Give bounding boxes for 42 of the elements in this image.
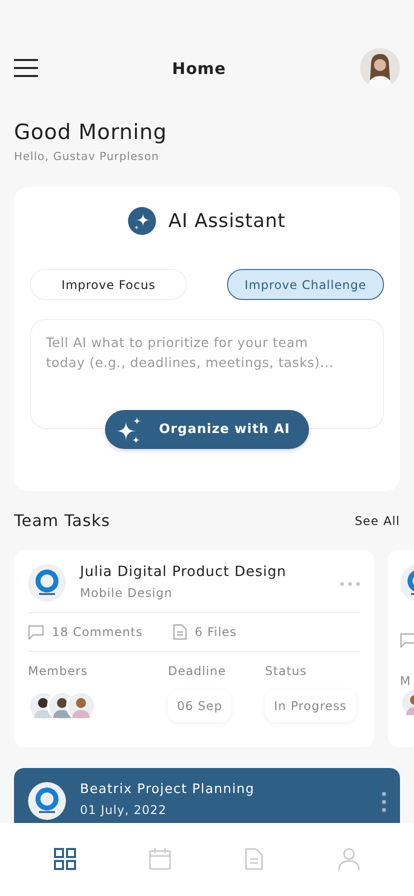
more-icon [340, 582, 360, 586]
document-icon [243, 848, 266, 870]
logo-icon [28, 782, 66, 820]
avatar [360, 48, 400, 88]
task-card[interactable]: M [388, 550, 414, 747]
task-title: Julia Digital Product Design [80, 564, 288, 580]
file-count: 6 Files [194, 625, 237, 639]
logo-icon [28, 564, 66, 602]
comment-icon [28, 624, 44, 640]
task-subtitle: Mobile Design [80, 586, 174, 600]
project-card[interactable]: Beatrix Project Planning 01 July, 2022 [14, 768, 400, 823]
grid-icon [54, 848, 76, 870]
deadline-label: Deadline [168, 664, 228, 678]
project-title: Beatrix Project Planning [80, 782, 256, 797]
menu-button[interactable] [14, 59, 38, 77]
deadline-value: 06 Sep [168, 690, 232, 722]
task-card[interactable]: Julia Digital Product Design Mobile Design 18 Comments 6 Files Members Deadline Status 06 Sep In Progress [14, 550, 374, 747]
menu-icon [14, 59, 38, 77]
calendar-icon [148, 848, 171, 870]
section-title: Team Tasks [14, 511, 110, 530]
status-label: Status [265, 664, 308, 678]
more-button[interactable] [382, 792, 386, 812]
comment-icon [400, 632, 414, 648]
file-icon [172, 624, 187, 640]
more-button[interactable] [340, 582, 360, 586]
members-label: M [400, 674, 412, 688]
more-icon [382, 792, 386, 812]
member-avatar [66, 691, 96, 721]
project-date: 01 July, 2022 [80, 803, 168, 817]
sparkle-icon [128, 207, 156, 235]
status-value: In Progress [265, 690, 356, 722]
assistant-title: AI Assistant [168, 210, 286, 232]
chip[interactable]: Improve Focus [30, 269, 187, 300]
see-all-link[interactable]: See All [354, 514, 400, 528]
members-label: Members [28, 664, 89, 678]
greeting-title: Good Morning [14, 120, 168, 144]
chip[interactable]: Improve Challenge [227, 269, 384, 300]
page-title: Home [172, 58, 226, 78]
comment-count: 18 Comments [52, 625, 143, 639]
greeting-subtitle: Hello, Gustav Purpleson [14, 150, 160, 163]
profile-icon [338, 848, 360, 870]
nav-tab[interactable] [54, 848, 76, 870]
